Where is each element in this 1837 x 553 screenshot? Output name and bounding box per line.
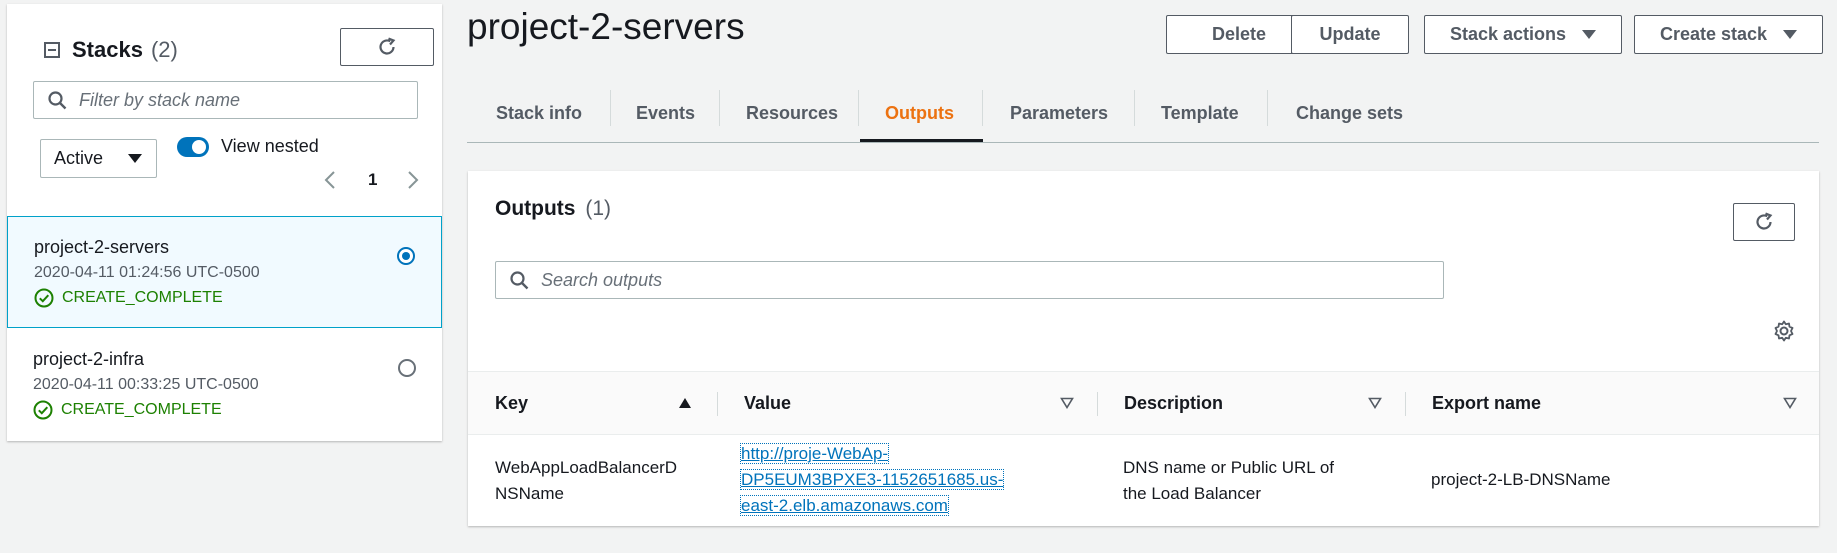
stack-status-text: CREATE_COMPLETE	[62, 289, 223, 306]
output-value-link[interactable]: east-2.elb.amazonaws.com	[740, 495, 949, 516]
caret-down-icon	[128, 154, 142, 163]
collapse-icon[interactable]	[44, 42, 60, 58]
tab-outputs[interactable]: Outputs	[885, 84, 954, 142]
search-icon	[48, 90, 67, 109]
column-header-description[interactable]: Description	[1124, 372, 1223, 435]
output-value-cell: http://proje-WebAp- DP5EUM3BPXE3-1152651…	[739, 441, 1005, 519]
output-description-cell: DNS name or Public URL of the Load Balan…	[1123, 455, 1334, 507]
status-filter-value: Active	[54, 148, 104, 168]
next-page-button[interactable]	[403, 169, 423, 191]
chevron-right-icon	[408, 171, 419, 189]
tab-divider	[1134, 90, 1135, 126]
check-circle-icon	[33, 400, 53, 420]
stacks-title: Stacks	[72, 37, 143, 62]
stack-list-item[interactable]: project-2-infra 2020-04-11 00:33:25 UTC-…	[7, 329, 442, 441]
sort-icon[interactable]	[1060, 397, 1074, 409]
outputs-count: (1)	[585, 197, 611, 220]
stack-name: project-2-servers	[34, 237, 170, 257]
search-icon	[510, 270, 529, 289]
stack-actions-label: Stack actions	[1449, 24, 1567, 44]
output-key-line: NSName	[495, 484, 564, 503]
create-stack-button[interactable]: Create stack	[1634, 15, 1823, 54]
output-value-link[interactable]: http://proje-WebAp-	[739, 443, 890, 464]
stack-list-item[interactable]: project-2-servers 2020-04-11 01:24:56 UT…	[7, 216, 442, 328]
output-description-line: the Load Balancer	[1123, 484, 1261, 503]
tab-events[interactable]: Events	[636, 84, 695, 142]
output-key-cell: WebAppLoadBalancerD NSName	[495, 455, 677, 507]
stack-filter-input[interactable]	[79, 89, 417, 111]
caret-down-icon	[1582, 30, 1597, 39]
pagination: 1	[320, 169, 423, 191]
refresh-stacks-button[interactable]	[340, 28, 434, 66]
tab-parameters[interactable]: Parameters	[1010, 84, 1108, 142]
column-divider	[717, 392, 718, 416]
output-description-line: DNS name or Public URL of	[1123, 458, 1335, 477]
tab-divider	[610, 90, 611, 126]
column-header-export-name[interactable]: Export name	[1432, 372, 1541, 435]
output-key-line: WebAppLoadBalancerD	[495, 458, 678, 477]
stack-status-text: CREATE_COMPLETE	[61, 401, 222, 418]
tab-change-sets[interactable]: Change sets	[1296, 84, 1403, 142]
update-button[interactable]: Update	[1291, 15, 1409, 54]
check-circle-icon	[34, 288, 54, 308]
refresh-icon	[379, 37, 396, 55]
stack-select-radio[interactable]	[397, 247, 415, 265]
stack-actions-button[interactable]: Stack actions	[1424, 15, 1622, 54]
tab-stack-info[interactable]: Stack info	[496, 84, 582, 142]
tab-resources[interactable]: Resources	[746, 84, 838, 142]
tab-divider	[1267, 90, 1268, 126]
sort-icon[interactable]	[1783, 397, 1797, 409]
stack-status: CREATE_COMPLETE	[34, 288, 223, 308]
output-value-link[interactable]: DP5EUM3BPXE3-1152651685.us-	[739, 469, 1005, 490]
gear-icon[interactable]	[1772, 319, 1796, 343]
view-nested-label: View nested	[221, 136, 319, 156]
chevron-left-icon	[324, 171, 335, 189]
previous-page-button[interactable]	[320, 169, 340, 191]
stack-created-date: 2020-04-11 01:24:56 UTC-0500	[34, 264, 260, 281]
stack-created-date: 2020-04-11 00:33:25 UTC-0500	[33, 376, 259, 393]
tab-divider	[719, 90, 720, 126]
status-filter-select[interactable]: Active	[40, 139, 157, 178]
create-stack-label: Create stack	[1659, 24, 1768, 44]
outputs-search-field[interactable]	[495, 261, 1444, 299]
stack-tabs: Stack info Events Resources Outputs Para…	[467, 84, 1819, 143]
sort-ascending-icon[interactable]	[678, 397, 692, 409]
stacks-panel: Stacks (2) Active View nested 1 project-…	[7, 4, 442, 441]
outputs-title-text: Outputs	[495, 197, 576, 220]
outputs-table-header: Key Value Description Export name	[468, 371, 1819, 435]
tab-template[interactable]: Template	[1161, 84, 1239, 142]
output-export-name-cell: project-2-LB-DNSName	[1431, 470, 1611, 489]
column-divider	[1405, 392, 1406, 416]
page-title: project-2-servers	[467, 6, 745, 47]
delete-button-label: Delete	[1211, 24, 1267, 44]
view-nested-toggle[interactable]	[177, 137, 209, 157]
sort-icon[interactable]	[1368, 397, 1382, 409]
active-tab-indicator	[860, 139, 983, 142]
outputs-title: Outputs (1)	[495, 197, 611, 221]
stack-name: project-2-infra	[33, 349, 145, 369]
tab-divider	[858, 90, 859, 126]
caret-down-icon	[1783, 30, 1798, 39]
refresh-icon	[1756, 212, 1773, 230]
update-button-label: Update	[1319, 24, 1381, 44]
stack-filter-field[interactable]	[33, 81, 418, 119]
column-header-key[interactable]: Key	[495, 372, 528, 435]
outputs-search-input[interactable]	[541, 269, 1443, 291]
stack-status: CREATE_COMPLETE	[33, 400, 222, 420]
outputs-panel: Outputs (1) Key Value Description Export…	[468, 171, 1819, 526]
tab-divider	[982, 90, 983, 126]
column-header-value[interactable]: Value	[744, 372, 791, 435]
column-divider	[1097, 392, 1098, 416]
refresh-outputs-button[interactable]	[1733, 203, 1795, 241]
stacks-header: Stacks (2)	[44, 36, 178, 64]
current-page[interactable]: 1	[368, 170, 377, 190]
stack-select-radio[interactable]	[398, 359, 416, 377]
stacks-count: (2)	[150, 37, 178, 62]
